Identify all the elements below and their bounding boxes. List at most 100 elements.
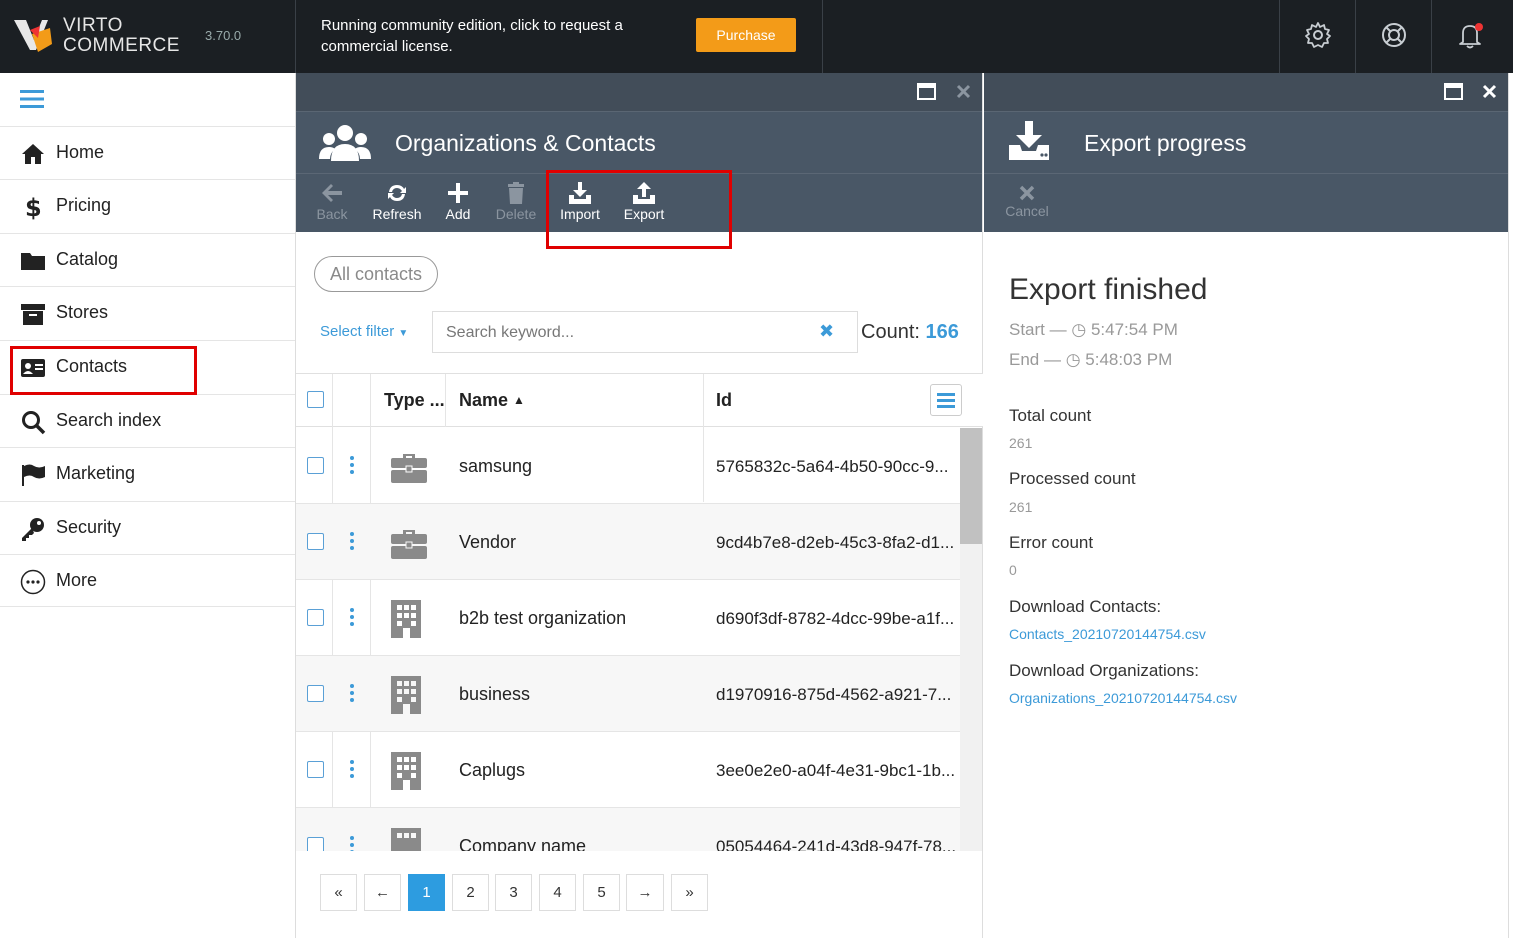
row-actions-icon[interactable] xyxy=(350,684,354,705)
row-name[interactable]: business xyxy=(459,684,530,705)
building-icon xyxy=(391,676,421,714)
row-actions-icon[interactable] xyxy=(350,456,354,477)
column-separator xyxy=(445,374,446,427)
blade-title-bar xyxy=(984,73,1508,111)
blade-title: Organizations & Contacts xyxy=(395,130,656,156)
sidebar-item-search-index[interactable]: Search index xyxy=(0,394,295,447)
grid-menu-button[interactable] xyxy=(930,384,962,416)
virto-logo[interactable] xyxy=(12,14,57,56)
row-id: 5765832c-5a64-4b50-90cc-9... xyxy=(716,457,949,476)
sidebar-item-home[interactable]: Home xyxy=(0,126,295,179)
row-actions-icon[interactable] xyxy=(350,836,354,851)
sidebar-item-pricing[interactable]: $ Pricing xyxy=(0,179,295,232)
license-notice[interactable]: Running community edition, click to requ… xyxy=(321,15,651,57)
refresh-label: Refresh xyxy=(372,206,422,222)
select-filter-dropdown[interactable]: Select filter ▼ xyxy=(320,323,408,340)
row-name[interactable]: Company name xyxy=(459,836,586,851)
row-id: d690f3df-8782-4dcc-99be-a1f... xyxy=(716,609,955,628)
briefcase-icon xyxy=(391,454,427,483)
row-actions-icon[interactable] xyxy=(350,608,354,629)
column-header-name[interactable]: Name ▲ xyxy=(459,390,525,411)
export-status-title: Export finished xyxy=(1009,273,1208,306)
pager-next[interactable]: → xyxy=(626,874,664,911)
column-header-id[interactable]: Id xyxy=(716,390,732,411)
download-organizations-link[interactable]: Organizations_20210720144754.csv xyxy=(1009,690,1237,706)
end-time-row: End — ◷ 5:48:03 PM xyxy=(1009,350,1172,370)
download-icon xyxy=(1009,121,1049,160)
delete-label: Delete xyxy=(495,206,537,222)
download-organizations-label: Download Organizations: xyxy=(1009,661,1199,680)
table-row[interactable]: business d1970916-875d-4562-a921-7... xyxy=(296,656,960,732)
gear-icon[interactable] xyxy=(1303,20,1333,50)
sidebar-item-stores[interactable]: Stores xyxy=(0,286,295,339)
blade-header: Export progress xyxy=(984,111,1508,173)
scrollbar-thumb[interactable] xyxy=(960,428,982,544)
table-row[interactable]: Caplugs 3ee0e2e0-a04f-4e31-9bc1-1b... xyxy=(296,732,960,808)
pager-first[interactable]: « xyxy=(320,874,357,911)
maximize-icon[interactable] xyxy=(1444,83,1463,100)
hamburger-menu-icon[interactable] xyxy=(20,89,44,109)
row-name[interactable]: samsung xyxy=(459,456,532,477)
add-button[interactable]: Add xyxy=(442,182,474,222)
table-row[interactable]: samsung 5765832c-5a64-4b50-90cc-9... xyxy=(296,428,960,504)
back-button[interactable]: Back xyxy=(314,182,350,222)
clear-search-icon[interactable]: ✖ xyxy=(819,321,834,342)
download-contacts-link[interactable]: Contacts_20210720144754.csv xyxy=(1009,626,1206,642)
sidebar-item-label: Search index xyxy=(56,410,162,430)
row-name[interactable]: b2b test organization xyxy=(459,608,626,629)
cancel-button[interactable]: Cancel xyxy=(1004,185,1050,219)
delete-button[interactable]: Delete xyxy=(495,182,537,222)
refresh-button[interactable]: Refresh xyxy=(371,182,423,222)
building-icon xyxy=(391,600,421,638)
row-checkbox[interactable] xyxy=(307,761,324,778)
pager-page-4[interactable]: 4 xyxy=(539,874,576,911)
column-header-type[interactable]: Type ... xyxy=(384,390,445,411)
row-actions-icon[interactable] xyxy=(350,532,354,553)
count-display: Count: 166 xyxy=(861,321,959,344)
table-row[interactable]: b2b test organization d690f3df-8782-4dcc… xyxy=(296,580,960,656)
grid-scrollbar[interactable] xyxy=(960,428,982,851)
row-checkbox[interactable] xyxy=(307,837,324,851)
select-all-checkbox[interactable] xyxy=(307,391,324,408)
row-name[interactable]: Vendor xyxy=(459,532,516,553)
pager-page-5[interactable]: 5 xyxy=(583,874,620,911)
pager-page-2[interactable]: 2 xyxy=(452,874,489,911)
pager-prev[interactable]: ← xyxy=(364,874,401,911)
error-count-label: Error count xyxy=(1009,533,1094,552)
row-checkbox[interactable] xyxy=(307,457,324,474)
pager-page-1[interactable]: 1 xyxy=(408,874,445,911)
lifebuoy-icon[interactable] xyxy=(1379,20,1409,50)
row-checkbox[interactable] xyxy=(307,609,324,626)
maximize-icon[interactable] xyxy=(917,83,936,100)
row-actions-icon[interactable] xyxy=(350,760,354,781)
sidebar-item-more[interactable]: More xyxy=(0,554,295,607)
table-row[interactable]: Company name 05054464-241d-43d8-947f-78.… xyxy=(296,808,960,851)
divider xyxy=(822,0,823,73)
sidebar-item-label: Home xyxy=(56,142,105,162)
sidebar-item-catalog[interactable]: Catalog xyxy=(0,233,295,286)
sidebar-item-security[interactable]: Security xyxy=(0,501,295,554)
download-contacts-label: Download Contacts: xyxy=(1009,597,1162,616)
row-id: 9cd4b7e8-d2eb-45c3-8fa2-d1... xyxy=(716,533,955,552)
purchase-button[interactable]: Purchase xyxy=(696,18,796,52)
pager-page-3[interactable]: 3 xyxy=(495,874,532,911)
table-row[interactable]: Vendor 9cd4b7e8-d2eb-45c3-8fa2-d1... xyxy=(296,504,960,580)
flag-icon xyxy=(22,464,45,486)
sidebar-item-marketing[interactable]: Marketing xyxy=(0,447,295,500)
close-icon[interactable] xyxy=(956,84,971,99)
row-name[interactable]: Caplugs xyxy=(459,760,525,781)
start-label: Start — xyxy=(1009,320,1067,339)
total-count-label: Total count xyxy=(1009,406,1092,425)
row-checkbox[interactable] xyxy=(307,685,324,702)
row-checkbox[interactable] xyxy=(307,533,324,550)
export-progress-blade: Export progress Cancel Export finished S… xyxy=(984,73,1509,938)
add-label: Add xyxy=(445,206,471,222)
blade-title-bar xyxy=(296,73,982,111)
grid-header: Type ... Name ▲ Id xyxy=(296,374,983,427)
pager-last[interactable]: » xyxy=(671,874,708,911)
close-icon[interactable] xyxy=(1482,84,1497,99)
sidebar-item-label: Stores xyxy=(56,302,109,322)
all-contacts-chip[interactable]: All contacts xyxy=(314,256,438,292)
sidebar-item-label: Marketing xyxy=(56,463,136,483)
search-input[interactable]: Search keyword... ✖ xyxy=(432,311,858,353)
